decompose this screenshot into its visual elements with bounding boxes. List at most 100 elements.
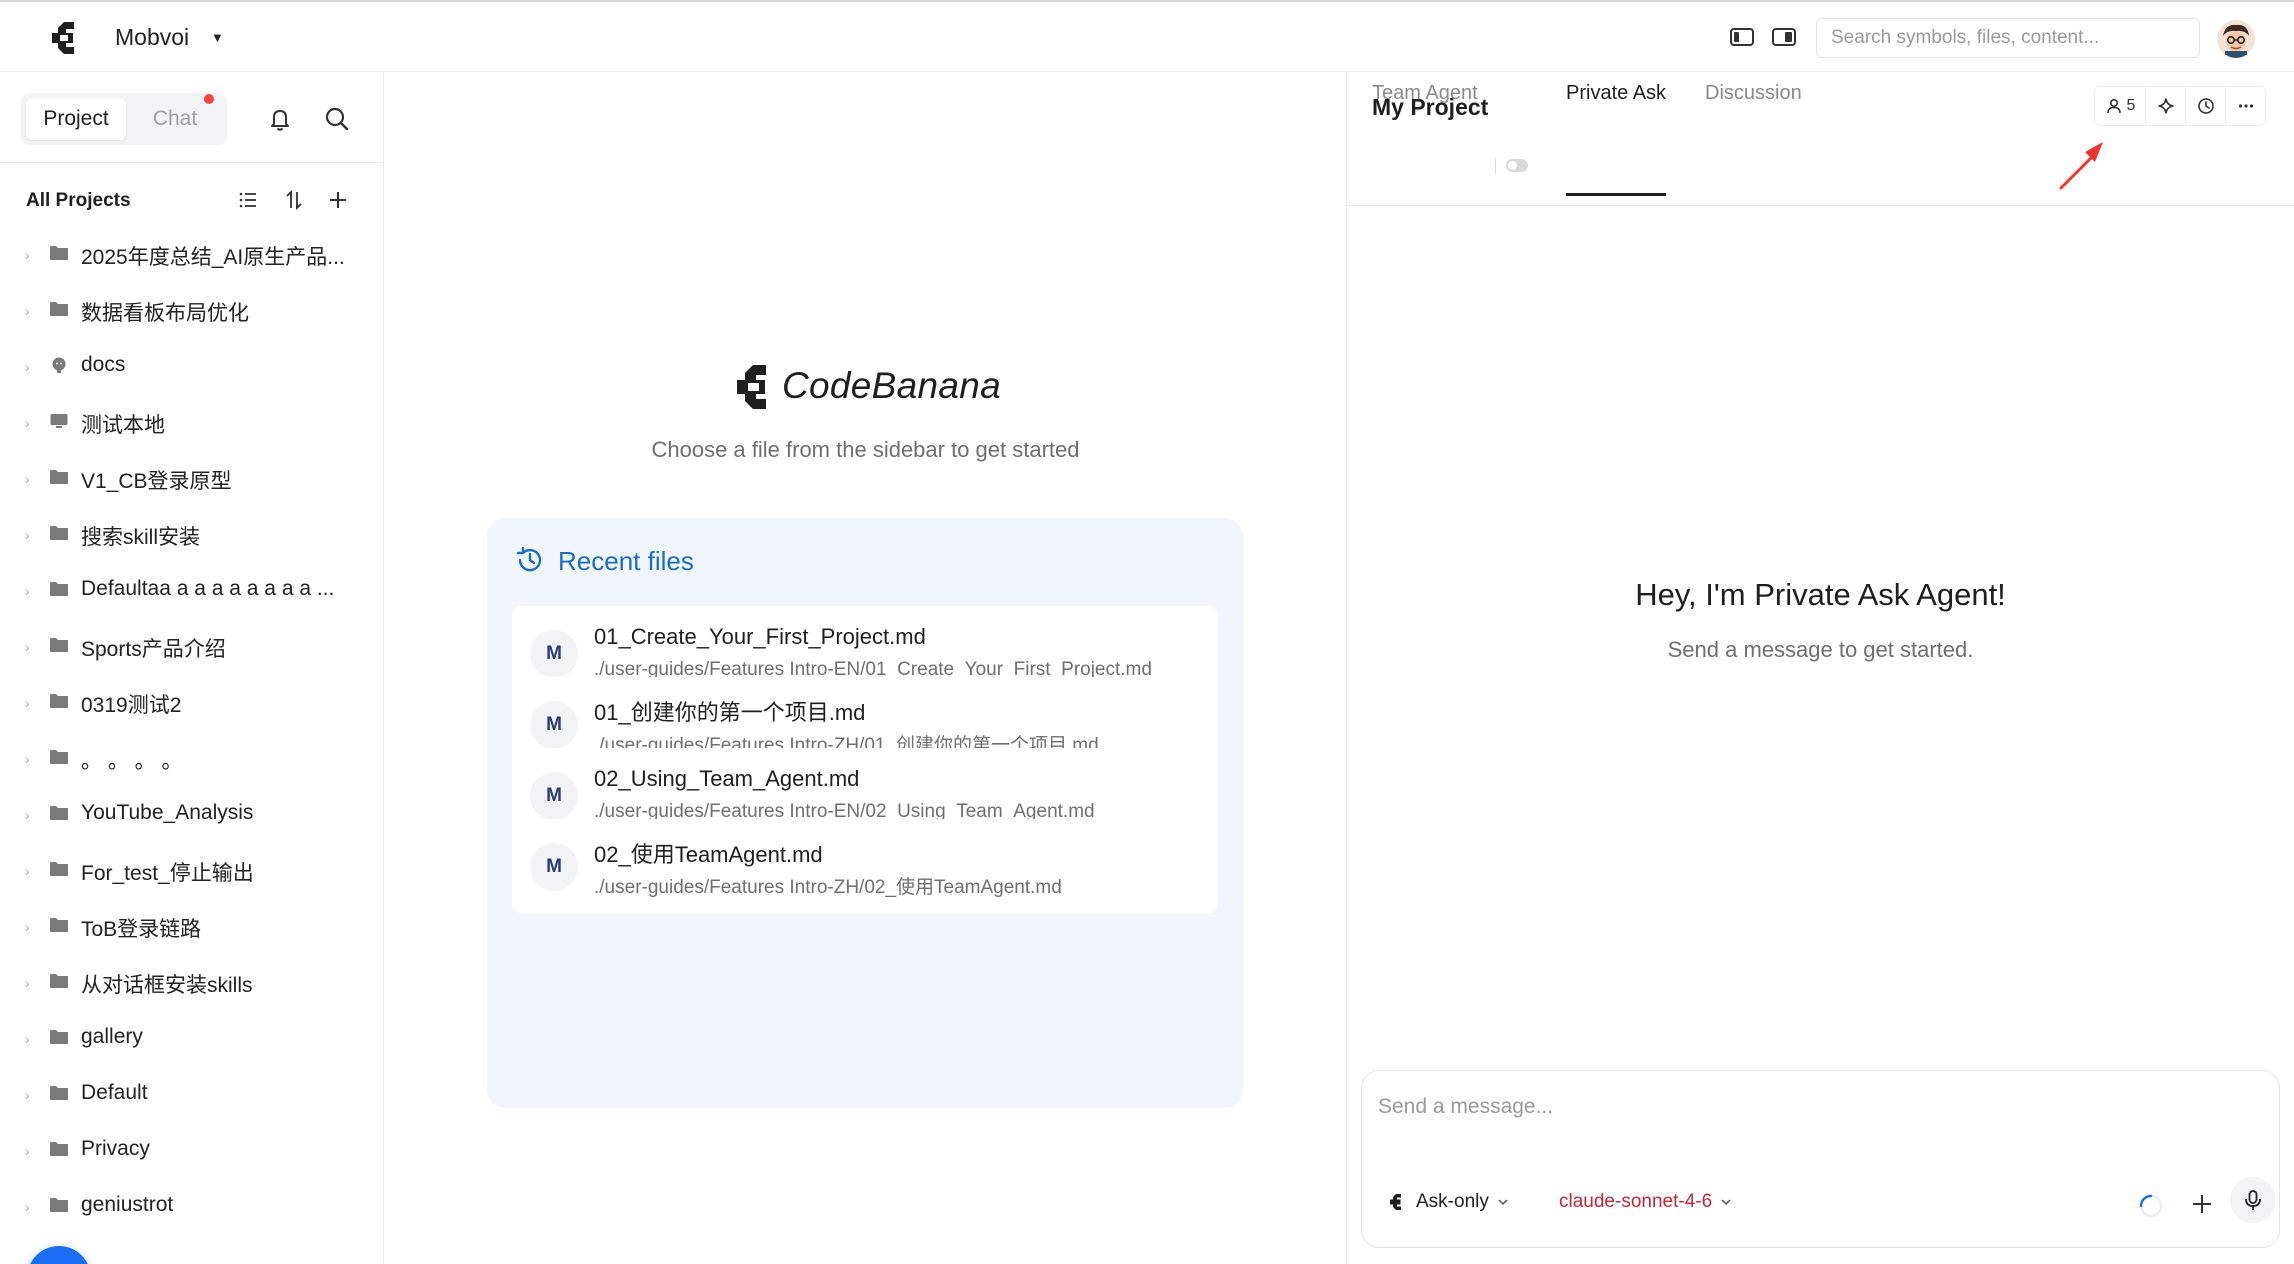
project-label: 数据看板布局优化 — [81, 302, 249, 325]
project-label: Privacy — [81, 1137, 150, 1160]
agent-panel-body: Hey, I'm Private Ask Agent! Send a messa… — [1347, 72, 2294, 1264]
voice-input-button[interactable] — [2230, 1177, 2276, 1223]
chevron-right-icon[interactable]: › — [25, 807, 30, 823]
project-item[interactable]: › Defaultaa a a a a a a a a ... — [0, 562, 384, 618]
project-item[interactable]: › docs — [0, 338, 384, 394]
github-icon — [49, 356, 69, 374]
recent-files-panel: Recent files M 01_Create_Your_First_Proj… — [487, 518, 1243, 1108]
project-item[interactable]: › YouTube_Analysis — [0, 786, 384, 842]
add-attachment-icon[interactable] — [2187, 1189, 2217, 1219]
project-label: gallery — [81, 1025, 143, 1048]
project-item[interactable]: › 。 。 。 。 — [0, 730, 384, 786]
project-item[interactable]: › Sports产品介绍 — [0, 618, 384, 674]
chevron-right-icon[interactable]: › — [25, 247, 30, 263]
folder-icon — [49, 916, 69, 934]
chevron-right-icon[interactable]: › — [25, 639, 30, 655]
model-label: claude-sonnet-4-6 — [1559, 1191, 1713, 1212]
recent-file-name: 02_Using_Team_Agent.md — [594, 766, 860, 791]
search-icon[interactable] — [322, 104, 352, 134]
project-label: For_test_停止输出 — [81, 862, 254, 885]
project-item[interactable]: › 数据看板布局优化 — [0, 282, 384, 338]
folder-icon — [49, 636, 69, 654]
chevron-right-icon[interactable]: › — [25, 975, 30, 991]
toggle-right-panel-icon[interactable] — [1770, 25, 1798, 49]
project-item[interactable]: › 2025年度总结_AI原生产品... — [0, 226, 384, 282]
user-avatar[interactable] — [2217, 20, 2255, 58]
chevron-right-icon[interactable]: › — [25, 303, 30, 319]
recent-files-title: Recent files — [558, 546, 694, 576]
bell-icon[interactable] — [265, 104, 295, 134]
project-label: 0319测试2 — [81, 694, 182, 717]
message-input[interactable]: Send a message... — [1378, 1095, 1553, 1119]
project-label: docs — [81, 353, 126, 376]
folder-icon — [49, 804, 69, 822]
chevron-right-icon[interactable]: › — [25, 919, 30, 935]
folder-icon — [49, 692, 69, 710]
chevron-down-icon — [1721, 1199, 1731, 1206]
search-input[interactable]: Search symbols, files, content... — [1816, 18, 2200, 58]
folder-icon — [49, 580, 69, 598]
project-item[interactable]: › 从对话框安装skills — [0, 954, 384, 1010]
project-item[interactable]: › 搜索skill安装 — [0, 506, 384, 562]
sort-icon[interactable] — [282, 188, 306, 212]
chevron-right-icon[interactable]: › — [25, 415, 30, 431]
top-bar: Mobvoi ▼ Search symbols, files, content.… — [0, 0, 2294, 72]
history-icon — [516, 546, 542, 572]
mode-selector[interactable]: Ask-only — [1386, 1191, 1509, 1213]
model-selector[interactable]: claude-sonnet-4-6 — [1559, 1191, 1732, 1213]
brand-name: CodeBanana — [782, 365, 1002, 406]
chevron-right-icon[interactable]: › — [25, 751, 30, 767]
project-label: ToB登录链路 — [81, 918, 202, 941]
chevron-right-icon[interactable]: › — [25, 583, 30, 599]
chevron-right-icon[interactable]: › — [25, 1031, 30, 1047]
main-content: CodeBanana Choose a file from the sideba… — [384, 72, 1347, 1264]
toggle-left-panel-icon[interactable] — [1728, 25, 1756, 49]
project-item[interactable]: › ToB登录链路 — [0, 898, 384, 954]
project-item[interactable]: › Default — [0, 1066, 384, 1122]
codebanana-logo-icon[interactable] — [44, 18, 84, 58]
chevron-right-icon[interactable]: › — [25, 471, 30, 487]
project-label: 测试本地 — [81, 414, 165, 437]
folder-icon — [49, 468, 69, 486]
tab-project[interactable]: Project — [26, 98, 126, 140]
chat-notification-dot — [204, 94, 214, 104]
folder-icon — [49, 1140, 69, 1158]
codebanana-small-icon — [1390, 1194, 1401, 1210]
project-item[interactable]: › 0319测试2 — [0, 674, 384, 730]
folder-icon — [49, 1196, 69, 1214]
chevron-right-icon[interactable]: › — [25, 863, 30, 879]
project-item[interactable]: › geniustrot — [0, 1178, 384, 1234]
chevron-right-icon[interactable]: › — [25, 527, 30, 543]
list-view-icon[interactable] — [236, 188, 260, 212]
code-fab-button[interactable] — [27, 1246, 91, 1264]
chevron-right-icon[interactable]: › — [25, 1143, 30, 1159]
chevron-right-icon[interactable]: › — [25, 1087, 30, 1103]
project-item[interactable]: › 测试本地 — [0, 394, 384, 450]
project-label: geniustrot — [81, 1193, 174, 1216]
recent-file-item[interactable]: M 02_使用TeamAgent.md ./user-guides/Featur… — [512, 819, 1218, 913]
project-item[interactable]: › V1_CB登录原型 — [0, 450, 384, 506]
avatar-illustration-icon — [2217, 20, 2255, 58]
project-item[interactable]: › gallery — [0, 1010, 384, 1066]
tab-chat[interactable]: Chat — [139, 98, 211, 140]
all-projects-heading: All Projects — [26, 190, 131, 211]
org-dropdown-icon[interactable]: ▼ — [211, 30, 224, 45]
project-item[interactable]: › Privacy — [0, 1122, 384, 1178]
project-label: Sports产品介绍 — [81, 638, 226, 661]
add-project-icon[interactable] — [326, 188, 350, 212]
markdown-file-icon: M — [530, 701, 578, 749]
folder-icon — [49, 300, 69, 318]
project-item[interactable]: › For_test_停止输出 — [0, 842, 384, 898]
project-list: › 2025年度总结_AI原生产品... › 数据看板布局优化 › docs › 测试本地 › V… — [0, 226, 384, 1234]
markdown-file-icon: M — [530, 772, 578, 820]
chevron-right-icon[interactable]: › — [25, 359, 30, 375]
chevron-right-icon[interactable]: › — [25, 695, 30, 711]
markdown-file-icon: M — [530, 843, 578, 891]
project-label: 。 。 。 。 — [81, 750, 183, 773]
markdown-file-icon: M — [530, 630, 578, 678]
sidebar-divider — [0, 162, 384, 163]
project-label: Defaultaa a a a a a a a a ... — [81, 577, 335, 600]
agent-greeting-subtitle: Send a message to get started. — [1667, 637, 1974, 662]
org-name[interactable]: Mobvoi — [115, 24, 189, 51]
chevron-right-icon[interactable]: › — [25, 1199, 30, 1215]
